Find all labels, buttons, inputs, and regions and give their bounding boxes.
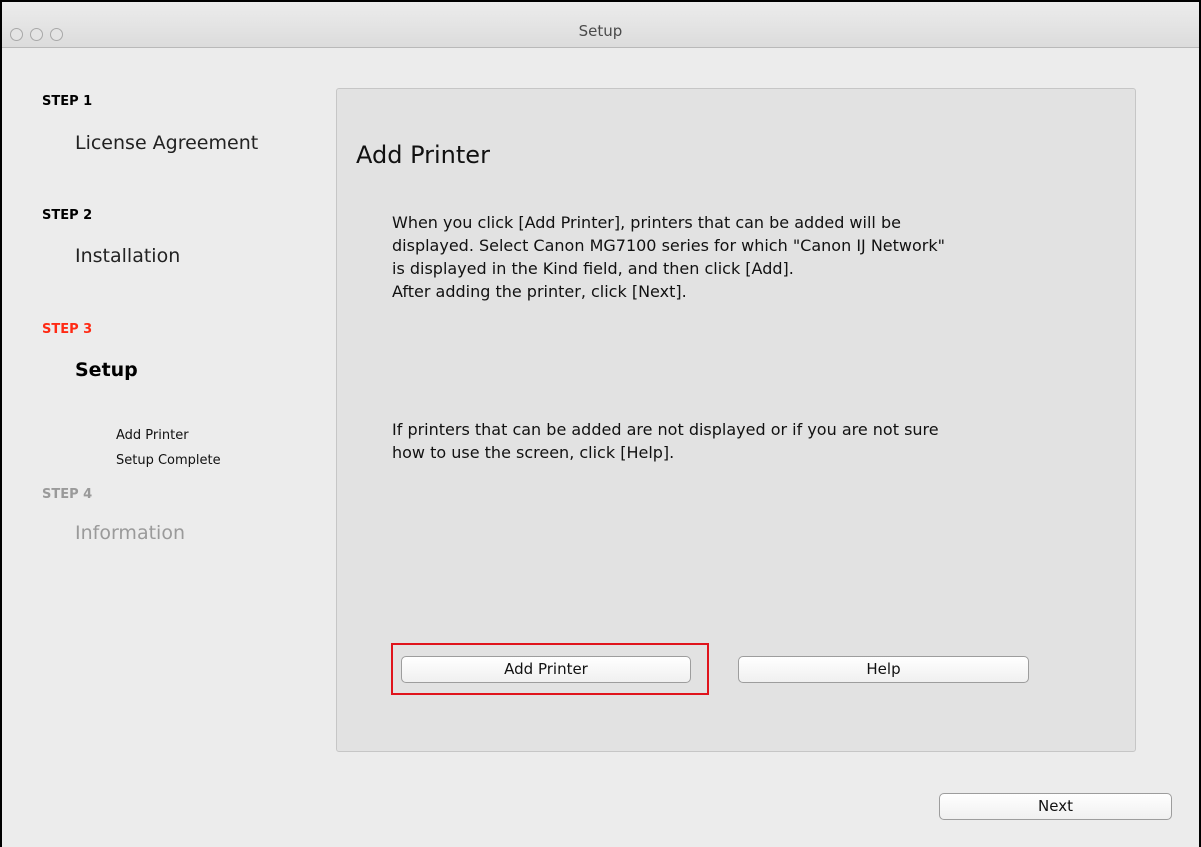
- page-title: Add Printer: [356, 141, 490, 169]
- step-4-label: STEP 4: [42, 487, 93, 502]
- step-2-label: STEP 2: [42, 208, 93, 223]
- help-text-line-1: If printers that can be added are not di…: [392, 420, 939, 439]
- step-4-name: Information: [75, 522, 185, 544]
- step-3-name: Setup: [75, 359, 138, 381]
- step-3-label: STEP 3: [42, 322, 93, 337]
- step-2-name: Installation: [75, 245, 181, 267]
- instruction-line-3: is displayed in the Kind field, and then…: [392, 259, 794, 278]
- instruction-line-1: When you click [Add Printer], printers t…: [392, 213, 901, 232]
- instruction-line-2: displayed. Select Canon MG7100 series fo…: [392, 236, 945, 255]
- window-title: Setup: [578, 22, 623, 40]
- step-3-sub-add-printer: Add Printer: [116, 428, 189, 443]
- step-3-sub-setup-complete: Setup Complete: [116, 453, 221, 468]
- step-1-name: License Agreement: [75, 132, 259, 154]
- title-bar: Setup: [2, 2, 1199, 48]
- next-button[interactable]: Next: [939, 793, 1172, 820]
- help-text-line-2: how to use the screen, click [Help].: [392, 443, 675, 462]
- step-1-label: STEP 1: [42, 94, 93, 109]
- add-printer-button[interactable]: Add Printer: [401, 656, 691, 683]
- setup-window: Setup STEP 1 License Agreement STEP 2 In…: [0, 0, 1201, 847]
- help-button[interactable]: Help: [738, 656, 1029, 683]
- instruction-line-4: After adding the printer, click [Next].: [392, 282, 687, 301]
